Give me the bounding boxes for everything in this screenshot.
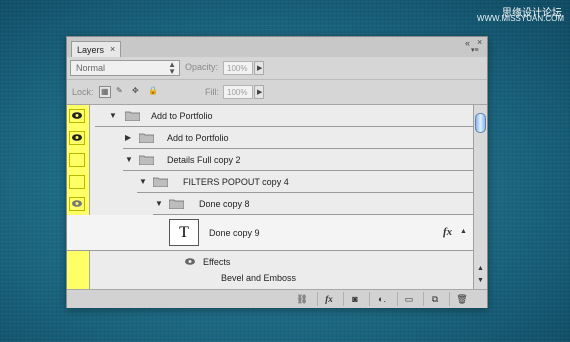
eye-icon <box>72 200 82 207</box>
select-arrows-icon: ▲ ▼ <box>168 60 176 76</box>
eye-icon <box>72 112 82 119</box>
lock-transparent-icon[interactable]: ▦ <box>99 86 111 98</box>
expand-triangle-right-icon[interactable]: ▶ <box>125 133 131 142</box>
layer-name: Details Full copy 2 <box>167 155 241 165</box>
visibility-toggle[interactable] <box>69 131 85 145</box>
effect-row[interactable]: Bevel and Emboss <box>165 269 473 289</box>
layer-name: Done copy 8 <box>199 199 250 209</box>
lock-label: Lock: <box>72 87 94 97</box>
add-mask-icon[interactable]: ◙ <box>343 292 366 306</box>
layer-row[interactable]: ▶ Add to Portfolio <box>123 127 473 149</box>
layer-list: ▼ Add to Portfolio ▶ Add to Portfolio ▼ … <box>67 105 487 289</box>
layers-bottom-toolbar: ⛓ fx ◙ ◐. ▭ ⧉ 🗑 <box>67 289 487 308</box>
visibility-toggle[interactable] <box>69 197 85 211</box>
folder-icon <box>139 155 154 165</box>
new-group-icon[interactable]: ▭ <box>397 292 420 306</box>
layer-fx-icon[interactable]: fx <box>443 226 452 238</box>
layer-name: FILTERS POPOUT copy 4 <box>183 177 289 187</box>
watermark-url: WWW.MISSYUAN.COM <box>476 14 564 23</box>
text-layer-thumbnail: T <box>169 219 199 246</box>
expand-triangle-down-icon[interactable]: ▼ <box>139 177 147 186</box>
scroll-up-arrow-icon[interactable]: ▲ <box>477 265 484 272</box>
new-layer-icon[interactable]: ⧉ <box>423 292 446 306</box>
blend-mode-select[interactable]: Normal ▲ ▼ <box>70 60 180 76</box>
opacity-input[interactable]: 100% <box>223 61 253 75</box>
lock-fill-row: Lock: ▦ ✎ ✥ 🔒 Fill: 100% ▶ <box>67 80 487 105</box>
add-layer-style-fx-icon[interactable]: fx <box>317 292 340 306</box>
opacity-label: Opacity: <box>185 62 219 72</box>
link-column <box>89 105 94 289</box>
effects-label: Effects <box>203 257 231 267</box>
blend-opacity-row: Normal ▲ ▼ Opacity: 100% ▶ <box>67 57 487 80</box>
layer-row[interactable]: ▼ Details Full copy 2 <box>123 149 473 171</box>
fill-input[interactable]: 100% <box>223 85 253 99</box>
folder-icon <box>153 177 168 187</box>
expand-triangle-down-icon[interactable]: ▼ <box>125 155 133 164</box>
layer-name: Done copy 9 <box>209 228 260 238</box>
layer-name: Add to Portfolio <box>151 111 213 121</box>
delete-layer-trash-icon[interactable]: 🗑 <box>449 292 474 306</box>
layers-panel: Layers × « × ▾≡ Normal ▲ ▼ Opacity: 100% … <box>66 36 488 308</box>
folder-icon <box>125 111 140 121</box>
blend-mode-value: Normal <box>76 63 106 73</box>
lock-all-padlock-icon[interactable]: 🔒 <box>147 86 159 98</box>
tab-layers[interactable]: Layers × <box>71 41 121 58</box>
adjustment-layer-icon[interactable]: ◐. <box>369 292 394 306</box>
eye-icon <box>72 134 82 141</box>
expand-triangle-down-icon[interactable]: ▼ <box>109 111 117 120</box>
panel-menu-icon[interactable]: ▾≡ <box>471 46 479 54</box>
collapse-icon[interactable]: « <box>465 38 470 48</box>
effect-name: Bevel and Emboss <box>221 273 297 283</box>
link-layers-icon[interactable]: ⛓ <box>291 292 313 306</box>
opacity-value: 100% <box>227 64 248 73</box>
folder-icon <box>139 133 154 143</box>
scroll-down-arrow-icon[interactable]: ▼ <box>477 277 484 284</box>
tab-layers-label: Layers <box>77 45 105 55</box>
tab-close-icon[interactable]: × <box>110 44 115 54</box>
layer-row[interactable]: ▼ Done copy 8 <box>153 193 473 215</box>
play-arrow-icon: ▶ <box>257 89 263 96</box>
play-arrow-icon: ▶ <box>257 65 263 72</box>
collapse-effects-triangle-icon[interactable]: ▲ <box>460 228 467 235</box>
layer-row[interactable]: ▼ FILTERS POPOUT copy 4 <box>137 171 473 193</box>
lock-image-brush-icon[interactable]: ✎ <box>115 86 127 98</box>
layer-list-scrollbar[interactable]: ▲ ▼ <box>473 105 487 289</box>
lock-position-move-icon[interactable]: ✥ <box>131 86 143 98</box>
visibility-toggle[interactable] <box>69 153 85 167</box>
layer-row[interactable]: ▼ Add to Portfolio <box>95 105 473 127</box>
folder-icon <box>169 199 184 209</box>
layer-name: Add to Portfolio <box>167 133 229 143</box>
layer-row-text[interactable]: T Done copy 9 fx ▲ <box>67 215 473 251</box>
expand-triangle-down-icon[interactable]: ▼ <box>155 199 163 208</box>
opacity-slider-button[interactable]: ▶ <box>254 61 264 75</box>
fill-slider-button[interactable]: ▶ <box>254 85 264 99</box>
fill-label: Fill: <box>205 87 219 97</box>
panel-titlebar: Layers × « × ▾≡ <box>67 37 487 58</box>
eye-icon[interactable] <box>185 258 195 265</box>
fill-value: 100% <box>227 88 248 97</box>
visibility-toggle[interactable] <box>69 175 85 189</box>
scrollbar-thumb[interactable] <box>475 113 486 133</box>
visibility-toggle[interactable] <box>69 109 85 123</box>
